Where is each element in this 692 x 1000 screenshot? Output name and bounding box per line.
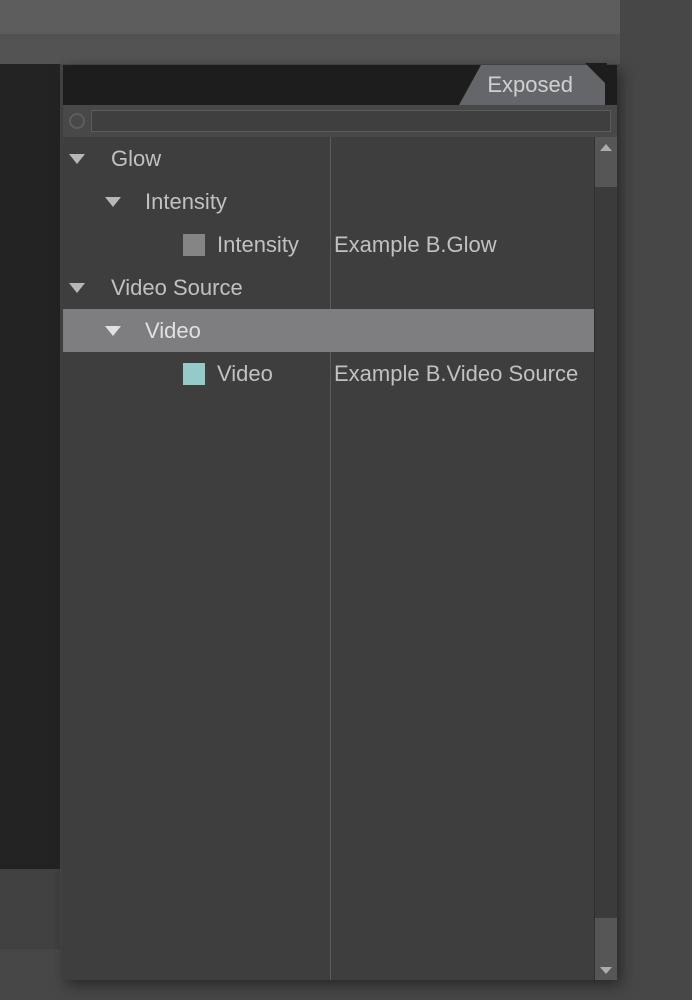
tree-value: Example B.Video Source [334, 361, 578, 387]
chevron-down-icon[interactable] [105, 326, 121, 336]
exposed-panel: Exposed Glow [63, 65, 617, 980]
scroll-track[interactable] [595, 157, 617, 960]
tab-bar: Exposed [63, 65, 617, 105]
tree-group-video-source[interactable]: Video Source [63, 266, 594, 309]
search-row [63, 105, 617, 137]
background-stripe [0, 869, 60, 949]
background-stripe [0, 34, 620, 64]
background-stripe [0, 64, 60, 869]
tree-label: Intensity [145, 189, 227, 215]
vertical-scrollbar[interactable] [594, 137, 617, 980]
tree-label: Video Source [111, 275, 243, 301]
filter-radio[interactable] [69, 113, 85, 129]
scroll-thumb[interactable] [595, 918, 617, 960]
tree-item-video[interactable]: Video Example B.Video Source [63, 352, 594, 395]
scroll-thumb[interactable] [595, 157, 617, 187]
chevron-down-icon[interactable] [69, 283, 85, 293]
chevron-down-icon [600, 967, 612, 974]
search-box[interactable] [91, 110, 611, 132]
tree-group-video[interactable]: Video [63, 309, 594, 352]
search-input[interactable] [92, 111, 610, 131]
tree-value: Example B.Glow [334, 232, 497, 258]
chevron-up-icon [600, 144, 612, 151]
tree-label: Glow [111, 146, 161, 172]
scroll-up-button[interactable] [595, 137, 617, 157]
chevron-down-icon[interactable] [69, 154, 85, 164]
panel-body: Glow Intensity Intensity Example B.Glow [63, 137, 617, 980]
tree-item-intensity[interactable]: Intensity Example B.Glow [63, 223, 594, 266]
property-tree: Glow Intensity Intensity Example B.Glow [63, 137, 594, 980]
tab-exposed[interactable]: Exposed [459, 65, 605, 105]
tree-label: Video [217, 361, 273, 387]
tab-label: Exposed [481, 65, 583, 105]
chevron-down-icon[interactable] [105, 197, 121, 207]
background-stripe [0, 0, 620, 34]
tree-label: Intensity [217, 232, 299, 258]
color-swatch-icon [183, 363, 205, 385]
tree-label: Video [145, 318, 201, 344]
color-swatch-icon [183, 234, 205, 256]
tree-group-intensity[interactable]: Intensity [63, 180, 594, 223]
tree-group-glow[interactable]: Glow [63, 137, 594, 180]
scroll-down-button[interactable] [595, 960, 617, 980]
